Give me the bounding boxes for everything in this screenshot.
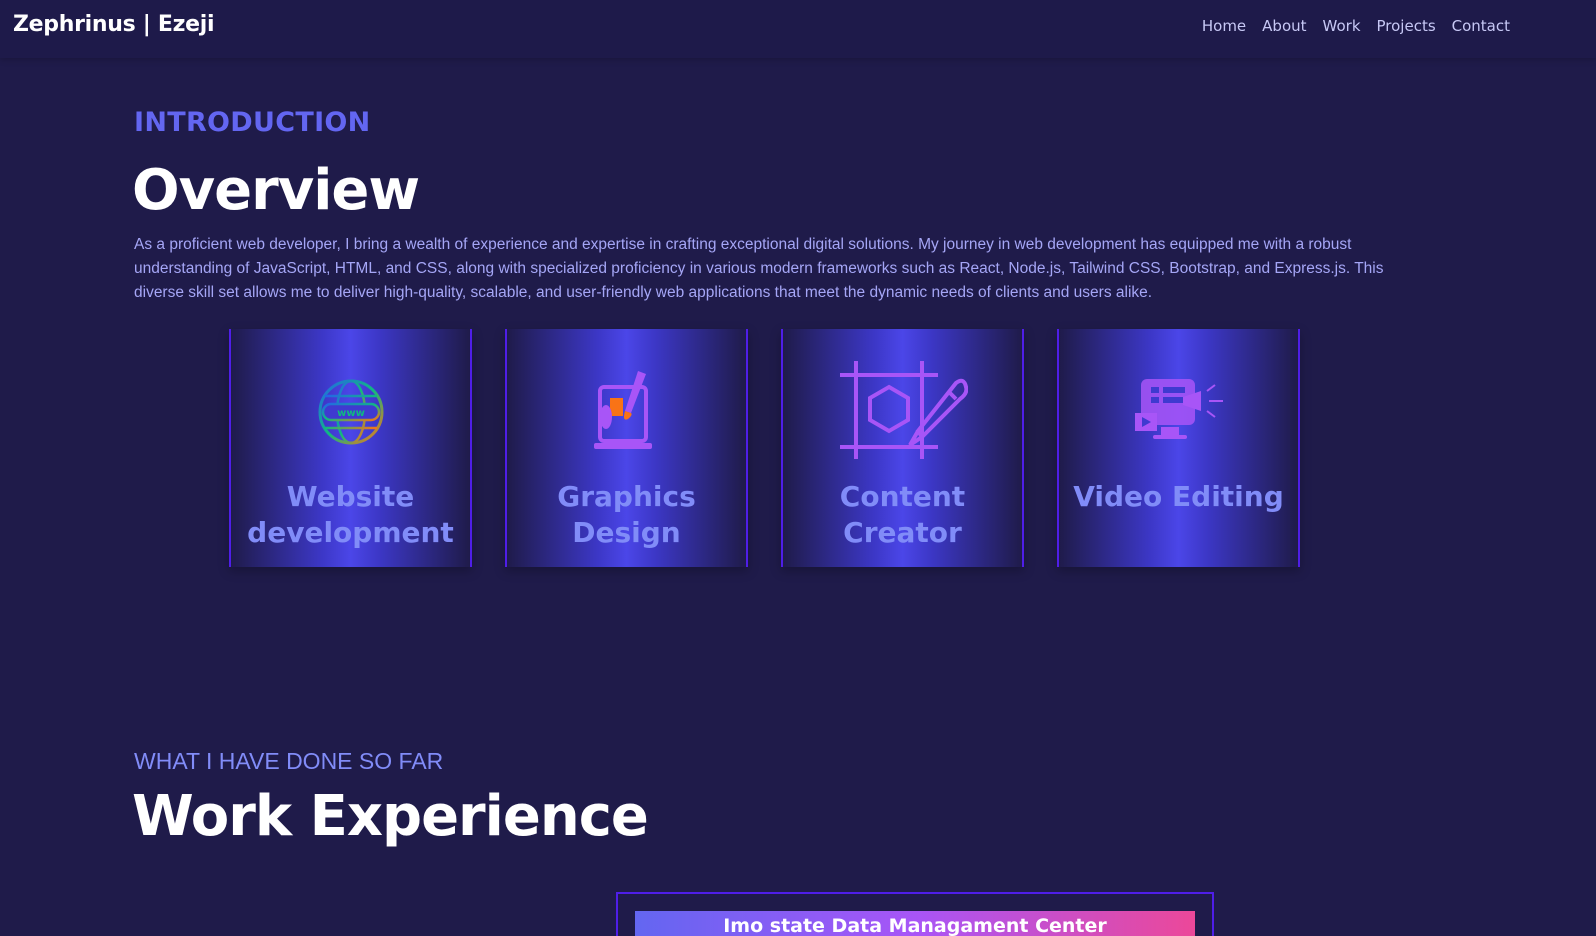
service-card-video: Video Editing xyxy=(1057,329,1300,567)
service-label: Content Creator xyxy=(839,480,966,549)
nav-projects[interactable]: Projects xyxy=(1377,17,1436,35)
design-pen-icon xyxy=(839,361,968,459)
service-card-content: Content Creator xyxy=(781,329,1024,567)
navbar: Zephrinus | Ezeji Home About Work Projec… xyxy=(0,0,1596,58)
nav-about[interactable]: About xyxy=(1262,17,1306,35)
work-label: WHAT I HAVE DONE SO FAR xyxy=(134,748,444,774)
service-card-website: www Website development xyxy=(229,329,472,567)
nav-links: Home About Work Projects Contact xyxy=(1202,17,1510,35)
intro-label: INTRODUCTION xyxy=(134,107,371,138)
video-monitor-icon xyxy=(1134,379,1223,439)
graphics-tablet-icon xyxy=(593,371,652,449)
svg-text:www: www xyxy=(337,408,365,419)
service-card-graphics: Graphics Design xyxy=(505,329,748,567)
experience-title: Imo state Data Managament Center xyxy=(635,911,1195,936)
brand-logo[interactable]: Zephrinus | Ezeji xyxy=(13,12,214,37)
service-label: Video Editing xyxy=(1073,480,1284,513)
overview-text: As a proficient web developer, I bring a… xyxy=(134,236,1384,301)
nav-home[interactable]: Home xyxy=(1202,17,1246,35)
nav-contact[interactable]: Contact xyxy=(1452,17,1510,35)
overview-title: Overview xyxy=(132,158,420,223)
globe-www-icon: www xyxy=(318,379,383,445)
experience-card: Imo state Data Managament Center xyxy=(616,892,1214,936)
nav-work[interactable]: Work xyxy=(1323,17,1361,35)
service-label: Website development xyxy=(247,480,454,549)
services-cards: www Website development Graphics Design xyxy=(229,329,1300,567)
work-title: Work Experience xyxy=(132,784,649,849)
service-label: Graphics Design xyxy=(557,480,696,549)
